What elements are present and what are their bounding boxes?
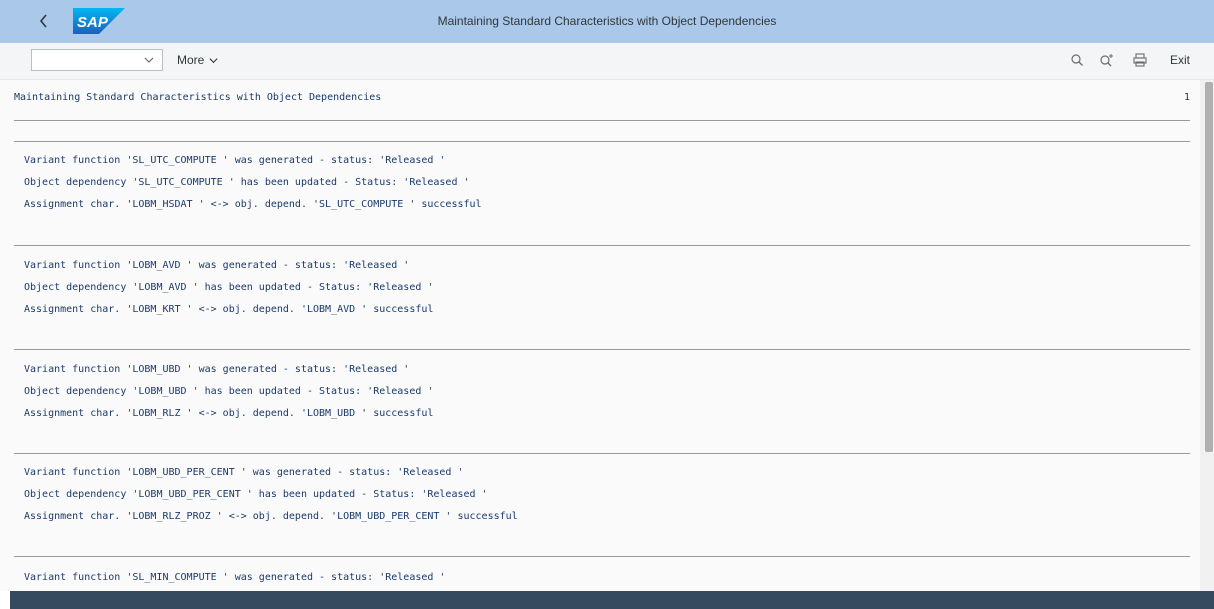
separator-line xyxy=(14,245,1190,246)
log-line: Object dependency 'LOBM_UBD ' has been u… xyxy=(24,386,434,397)
print-icon xyxy=(1133,53,1147,67)
search-button[interactable] xyxy=(1067,50,1087,70)
search-icon xyxy=(1071,54,1083,66)
shell-header: SAP Maintaining Standard Characteristics… xyxy=(0,0,1214,43)
scrollbar-thumb[interactable] xyxy=(1205,82,1213,452)
log-line: Object dependency 'SL_UTC_COMPUTE ' has … xyxy=(24,177,470,188)
exit-button[interactable]: Exit xyxy=(1170,49,1190,71)
search-next-button[interactable] xyxy=(1097,50,1117,70)
log-block: Variant function 'LOBM_UBD_PER_CENT ' wa… xyxy=(24,462,1184,528)
application-toolbar: More Exit xyxy=(0,43,1214,80)
log-line: Assignment char. 'LOBM_RLZ ' <-> obj. de… xyxy=(24,408,434,419)
log-line: Variant function 'SL_MIN_COMPUTE ' was g… xyxy=(24,572,446,583)
log-line: Object dependency 'LOBM_UBD_PER_CENT ' h… xyxy=(24,489,488,500)
report-list: Maintaining Standard Characteristics wit… xyxy=(0,80,1200,591)
separator-line xyxy=(14,349,1190,350)
log-block: Variant function 'LOBM_AVD ' was generat… xyxy=(24,255,1184,321)
chevron-down-icon xyxy=(144,57,154,63)
log-line: Variant function 'LOBM_AVD ' was generat… xyxy=(24,260,410,271)
command-select[interactable] xyxy=(31,49,163,71)
log-line: Variant function 'SL_UTC_COMPUTE ' was g… xyxy=(24,155,446,166)
back-button[interactable] xyxy=(30,8,58,34)
log-line: Assignment char. 'LOBM_KRT ' <-> obj. de… xyxy=(24,304,434,315)
separator-line xyxy=(14,141,1190,142)
chevron-left-icon xyxy=(39,14,47,28)
print-button[interactable] xyxy=(1130,50,1150,70)
log-line: Object dependency 'LOBM_AVD ' has been u… xyxy=(24,282,434,293)
more-button[interactable]: More xyxy=(177,49,219,71)
log-line: Variant function 'LOBM_UBD ' was generat… xyxy=(24,364,410,375)
chevron-down-icon xyxy=(209,57,218,63)
page-title: Maintaining Standard Characteristics wit… xyxy=(437,14,777,28)
more-label: More xyxy=(177,53,205,67)
log-block: Variant function 'LOBM_UBD ' was generat… xyxy=(24,359,1184,425)
vertical-scrollbar[interactable] xyxy=(1200,80,1214,591)
log-line: Variant function 'LOBM_UBD_PER_CENT ' wa… xyxy=(24,467,464,478)
log-block: Variant function 'SL_MIN_COMPUTE ' was g… xyxy=(24,567,1184,589)
separator-line xyxy=(14,120,1190,121)
status-footer xyxy=(10,591,1214,609)
search-next-icon xyxy=(1100,54,1113,67)
report-header: Maintaining Standard Characteristics wit… xyxy=(14,92,1190,103)
log-line: Assignment char. 'LOBM_RLZ_PROZ ' <-> ob… xyxy=(24,511,518,522)
log-block: Variant function 'SL_UTC_COMPUTE ' was g… xyxy=(24,150,1184,216)
sap-logo[interactable]: SAP xyxy=(73,8,125,34)
separator-line xyxy=(14,453,1190,454)
report-heading: Maintaining Standard Characteristics wit… xyxy=(14,92,382,103)
svg-text:SAP: SAP xyxy=(77,14,109,31)
page-number: 1 xyxy=(1183,92,1190,103)
log-line: Assignment char. 'LOBM_HSDAT ' <-> obj. … xyxy=(24,199,482,210)
separator-line xyxy=(14,556,1190,557)
